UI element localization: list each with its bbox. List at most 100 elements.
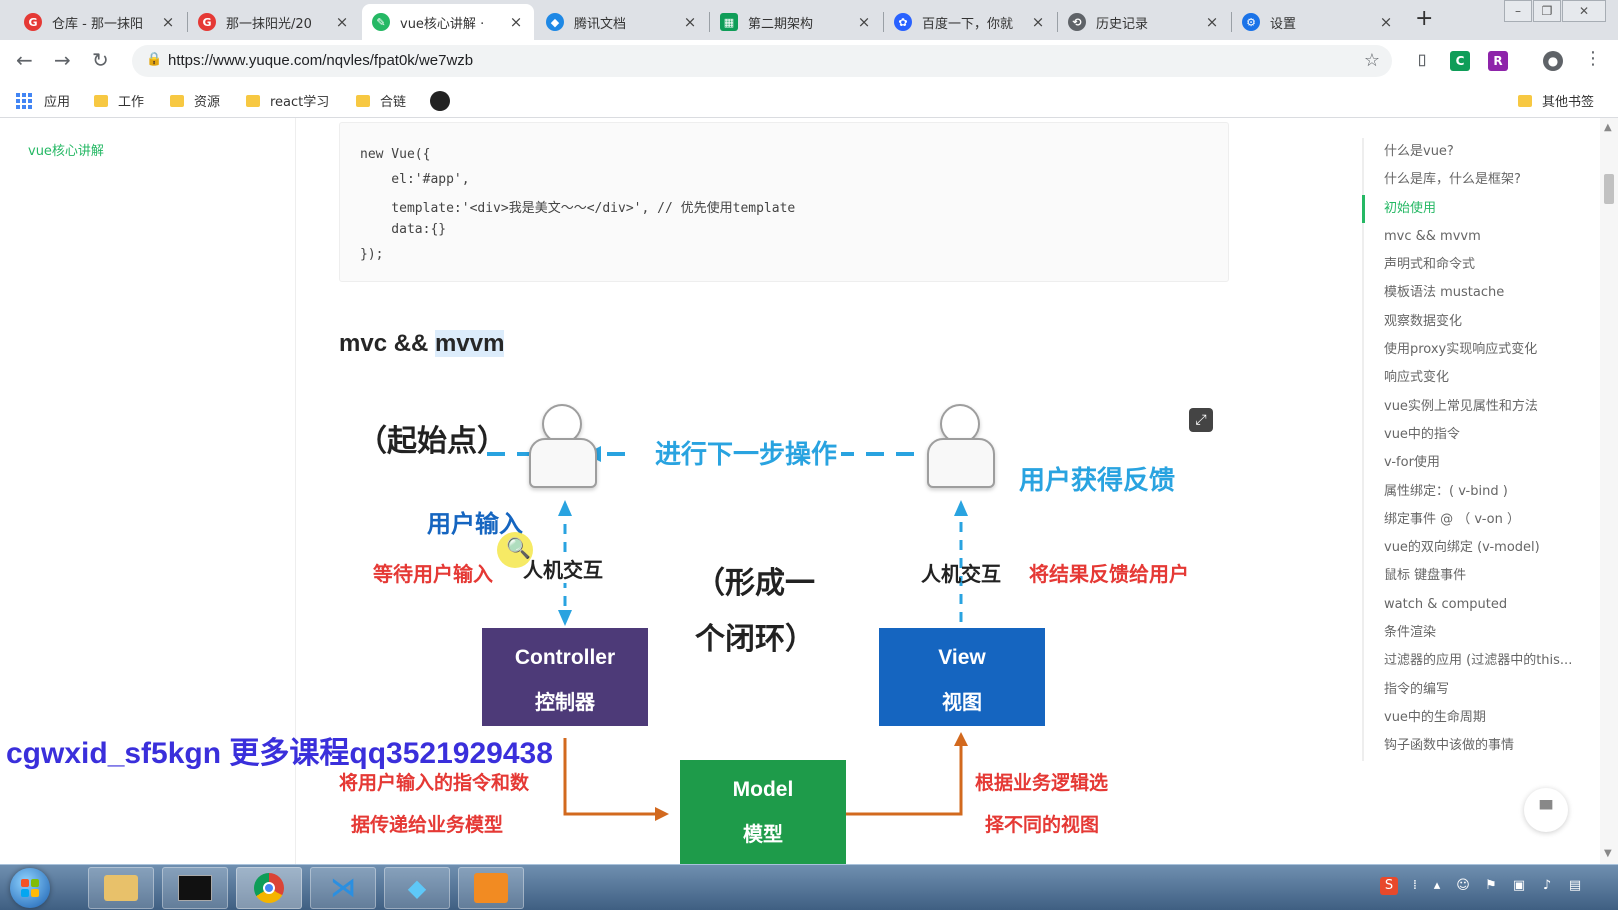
back-arrow-icon[interactable]: ←	[16, 48, 33, 72]
taskbar-app[interactable]: ◆	[384, 867, 450, 909]
taskbar-terminal[interactable]	[162, 867, 228, 909]
address-bar[interactable]: 🔒 https://www.yuque.com/nqvles/fpat0k/we…	[132, 45, 1392, 77]
toc-item[interactable]: watch & computed	[1364, 591, 1602, 619]
flag-tray-icon[interactable]: ⚑	[1482, 877, 1500, 895]
mvc-diagram-image: （起始点） 进行下一步操作 用户获得反馈 ⤢ 用户输入 等待用户输入 人机交互 …	[339, 386, 1229, 864]
toc-item[interactable]: 鼠标 键盘事件	[1364, 562, 1602, 590]
toc-item[interactable]: 过滤器的应用 (过滤器中的this...	[1364, 647, 1602, 675]
bookmark-folder-react[interactable]: react学习	[246, 91, 329, 110]
toc-item[interactable]: 指令的编写	[1364, 676, 1602, 704]
tab-tencent-docs[interactable]: ◆ 腾讯文档 ×	[536, 4, 708, 40]
toc-item[interactable]: 观察数据变化	[1364, 308, 1602, 336]
bookmark-folder-hl[interactable]: 合链	[356, 91, 406, 110]
toc-item[interactable]: vue中的生命周期	[1364, 704, 1602, 732]
close-icon[interactable]: ×	[160, 13, 176, 31]
close-icon[interactable]: ×	[334, 13, 350, 31]
close-icon[interactable]: ×	[856, 13, 872, 31]
tab-settings[interactable]: ⚙ 设置 ×	[1232, 4, 1404, 40]
tab-history[interactable]: ⟲ 历史记录 ×	[1058, 4, 1230, 40]
menu-dots-icon[interactable]: ⋮	[1584, 48, 1602, 69]
toc-item[interactable]: 什么是vue?	[1364, 138, 1602, 166]
hci-right-label: 人机交互	[921, 562, 1001, 586]
close-icon[interactable]: ×	[1378, 13, 1394, 31]
tab-baidu[interactable]: ✿ 百度一下，你就 ×	[884, 4, 1056, 40]
minimize-button[interactable]: –	[1504, 0, 1532, 22]
toc-item[interactable]: 钩子函数中该做的事情	[1364, 732, 1602, 760]
tab-architecture[interactable]: ▦ 第二期架构 ×	[710, 4, 882, 40]
url-text[interactable]: https://www.yuque.com/nqvles/fpat0k/we7w…	[168, 52, 473, 69]
close-icon[interactable]: ×	[682, 13, 698, 31]
toc-item[interactable]: 绑定事件 @ （ v-on ）	[1364, 506, 1602, 534]
code-line: });	[360, 247, 384, 262]
extension-icon[interactable]: R	[1488, 51, 1508, 71]
close-icon[interactable]: ×	[1030, 13, 1046, 31]
tab-label: vue核心讲解 ·	[400, 16, 485, 32]
gear-icon: ⚙	[1242, 13, 1260, 31]
user-tray-icon[interactable]: ☺	[1454, 877, 1472, 895]
close-icon[interactable]: ×	[1204, 13, 1220, 31]
controller-en: Controller	[514, 646, 616, 669]
toc-item[interactable]: v-for使用	[1364, 449, 1602, 477]
toc-item[interactable]: 响应式变化	[1364, 364, 1602, 392]
taskbar-chrome[interactable]	[236, 867, 302, 909]
bookmark-apps[interactable]: 应用	[16, 91, 70, 110]
select-view-line-2: 择不同的视图	[985, 814, 1100, 836]
new-tab-button[interactable]: +	[1415, 6, 1433, 31]
bookmark-label: 工作	[118, 95, 145, 110]
toc-item[interactable]: vue中的指令	[1364, 421, 1602, 449]
toc-item[interactable]: mvc && mvvm	[1364, 223, 1602, 251]
bookmark-other[interactable]: 其他书签	[1518, 91, 1594, 110]
scrollbar-thumb[interactable]	[1604, 174, 1614, 204]
gitee-icon: G	[198, 13, 216, 31]
taskbar-explorer[interactable]	[88, 867, 154, 909]
toc-item[interactable]: 条件渲染	[1364, 619, 1602, 647]
section-heading: mvc && mvvm	[339, 330, 505, 358]
toc-item[interactable]: 使用proxy实现响应式变化	[1364, 336, 1602, 364]
forward-arrow-icon[interactable]: →	[54, 48, 71, 72]
profile-icon[interactable]: ●	[1543, 51, 1563, 71]
bookmark-label: 应用	[44, 95, 71, 110]
toc-item[interactable]: vue实例上常见属性和方法	[1364, 393, 1602, 421]
extension-icon[interactable]: C	[1450, 51, 1470, 71]
expand-image-icon[interactable]: ⤢	[1189, 408, 1213, 432]
tab-vue-core[interactable]: ✎ vue核心讲解 · ×	[362, 4, 534, 40]
tray-icon[interactable]: ⁞	[1406, 877, 1424, 895]
bookmark-github[interactable]	[430, 91, 450, 111]
tab-label: 百度一下，你就	[922, 16, 1014, 32]
tab-repo-2[interactable]: G 那一抹阳光/20 ×	[188, 4, 360, 40]
toc-item[interactable]: 模板语法 mustache	[1364, 279, 1602, 307]
taskbar-vscode[interactable]: ⋊	[310, 867, 376, 909]
toc-item[interactable]: 什么是库，什么是框架?	[1364, 166, 1602, 194]
back-to-top-button[interactable]: ▀	[1524, 788, 1568, 832]
scroll-down-icon[interactable]: ▼	[1604, 848, 1612, 859]
network-icon[interactable]: ▤	[1566, 877, 1584, 895]
closed-loop-line-1: （形成一	[695, 566, 815, 601]
start-button[interactable]	[10, 868, 50, 908]
user-right-icon	[927, 404, 995, 490]
taskbar-sublime[interactable]	[458, 867, 524, 909]
camera-icon[interactable]: ⌷	[1412, 51, 1432, 71]
ime-icon[interactable]: S	[1380, 877, 1398, 895]
toc-item[interactable]: vue的双向绑定 (v-model)	[1364, 534, 1602, 562]
scroll-up-icon[interactable]: ▲	[1604, 122, 1612, 133]
device-tray-icon[interactable]: ▣	[1510, 877, 1528, 895]
bookmark-folder-resources[interactable]: 资源	[170, 91, 220, 110]
model-en: Model	[732, 778, 794, 801]
sublime-icon	[474, 873, 508, 903]
close-window-button[interactable]: ✕	[1562, 0, 1606, 22]
close-icon[interactable]: ×	[508, 13, 524, 31]
volume-icon[interactable]: ♪	[1538, 877, 1556, 895]
restore-button[interactable]: ❐	[1533, 0, 1561, 22]
pass-data-line-1: 将用户输入的指令和数	[339, 772, 530, 794]
page-scrollbar[interactable]: ▲ ▼	[1600, 118, 1618, 864]
bookmark-folder-work[interactable]: 工作	[94, 91, 144, 110]
tab-repo[interactable]: G 仓库 - 那一抹阳 ×	[14, 4, 186, 40]
tray-expand-icon[interactable]: ▴	[1428, 877, 1446, 895]
start-point-label: （起始点）	[357, 424, 507, 459]
toc-item[interactable]: 声明式和命令式	[1364, 251, 1602, 279]
reload-icon[interactable]: ↻	[92, 48, 109, 72]
bookmark-star-icon[interactable]: ☆	[1364, 50, 1380, 71]
toc-item[interactable]: 属性绑定：( v-bind )	[1364, 478, 1602, 506]
toc-item-active[interactable]: 初始使用	[1362, 194, 1602, 223]
sidebar-doc-link[interactable]: vue核心讲解	[28, 140, 104, 159]
